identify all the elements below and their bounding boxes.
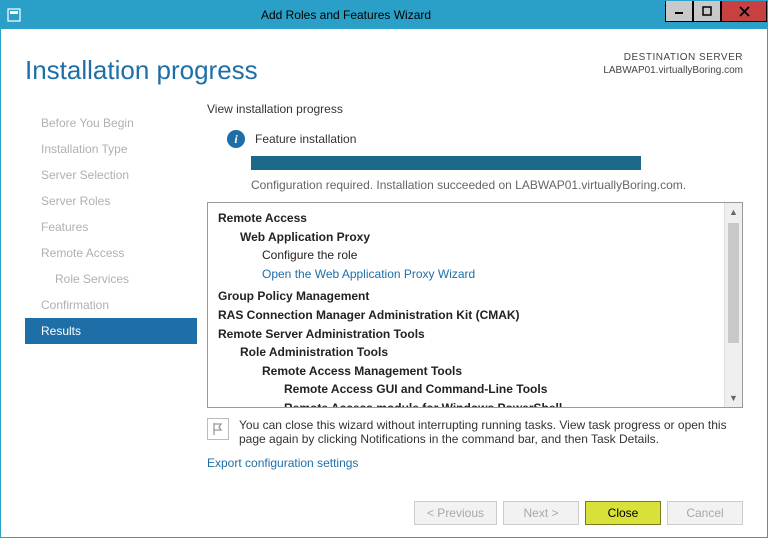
close-button[interactable]: Close [585, 501, 661, 525]
result-configure-role: Configure the role [262, 246, 720, 265]
sidebar-item-results: Results [25, 318, 197, 344]
destination-server: DESTINATION SERVER LABWAP01.virtuallyBor… [603, 51, 743, 77]
note-text: You can close this wizard without interr… [239, 418, 743, 446]
destination-label: DESTINATION SERVER [603, 51, 743, 64]
titlebar: Add Roles and Features Wizard [1, 1, 767, 29]
scroll-up-icon[interactable]: ▲ [725, 203, 742, 221]
content-area: Installation progress DESTINATION SERVER… [1, 29, 767, 537]
sidebar-item-before-you-begin: Before You Begin [25, 110, 197, 136]
result-gpm: Group Policy Management [218, 287, 720, 306]
status-title: Feature installation [255, 132, 356, 146]
result-web-app-proxy: Web Application Proxy [240, 228, 720, 247]
progress-bar [251, 156, 641, 170]
app-icon [1, 8, 27, 22]
footer-buttons: < Previous Next > Close Cancel [414, 501, 743, 525]
result-role-admin-tools: Role Administration Tools [240, 343, 720, 362]
sidebar-item-confirmation: Confirmation [25, 292, 197, 318]
sidebar-item-server-roles: Server Roles [25, 188, 197, 214]
open-wap-wizard-link[interactable]: Open the Web Application Proxy Wizard [262, 265, 720, 284]
sidebar-item-role-services: Role Services [25, 266, 197, 292]
destination-value: LABWAP01.virtuallyBoring.com [603, 64, 743, 77]
wizard-window: Add Roles and Features Wizard Installati… [0, 0, 768, 538]
note-row: You can close this wizard without interr… [207, 418, 743, 446]
result-rsat: Remote Server Administration Tools [218, 325, 720, 344]
status-subtext: Configuration required. Installation suc… [251, 178, 743, 192]
sidebar-item-server-selection: Server Selection [25, 162, 197, 188]
export-config-link[interactable]: Export configuration settings [207, 456, 358, 470]
results-list: Remote Access Web Application Proxy Conf… [208, 203, 724, 407]
flag-icon [207, 418, 229, 440]
info-icon: i [227, 130, 245, 148]
result-ra-powershell: Remote Access module for Windows PowerSh… [284, 399, 720, 407]
cancel-button: Cancel [667, 501, 743, 525]
wizard-sidebar: Before You Begin Installation Type Serve… [25, 98, 197, 490]
sidebar-item-remote-access: Remote Access [25, 240, 197, 266]
sidebar-item-installation-type: Installation Type [25, 136, 197, 162]
window-buttons [665, 1, 767, 29]
results-box: Remote Access Web Application Proxy Conf… [207, 202, 743, 408]
sidebar-item-features: Features [25, 214, 197, 240]
minimize-button[interactable] [665, 1, 693, 22]
scroll-thumb[interactable] [728, 223, 739, 343]
result-cmak: RAS Connection Manager Administration Ki… [218, 306, 720, 325]
main-panel: View installation progress i Feature ins… [197, 98, 743, 490]
maximize-button[interactable] [693, 1, 721, 22]
scroll-down-icon[interactable]: ▼ [725, 389, 742, 407]
window-title: Add Roles and Features Wizard [27, 8, 665, 22]
result-ra-mgmt-tools: Remote Access Management Tools [262, 362, 720, 381]
main-heading: View installation progress [207, 102, 743, 116]
scrollbar[interactable]: ▲ ▼ [724, 203, 742, 407]
result-ra-gui-cli: Remote Access GUI and Command-Line Tools [284, 380, 720, 399]
result-remote-access: Remote Access [218, 209, 720, 228]
close-window-button[interactable] [721, 1, 767, 22]
next-button: Next > [503, 501, 579, 525]
page-title: Installation progress [25, 55, 258, 86]
previous-button: < Previous [414, 501, 497, 525]
